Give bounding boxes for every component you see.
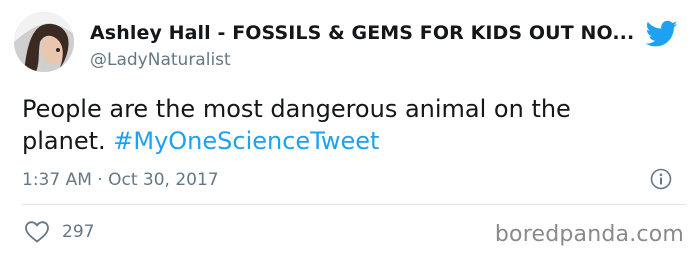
author-handle[interactable]: @LadyNaturalist bbox=[90, 50, 231, 70]
tweet-card: Ashley Hall - FOSSILS & GEMS FOR KIDS OU… bbox=[0, 0, 700, 257]
author-display-name[interactable]: Ashley Hall - FOSSILS & GEMS FOR KIDS OU… bbox=[90, 22, 634, 44]
avatar-image bbox=[14, 12, 74, 72]
tweet-timestamp[interactable]: 1:37 AM · Oct 30, 2017 bbox=[22, 170, 219, 190]
like-count: 297 bbox=[62, 222, 95, 242]
like-button[interactable]: 297 bbox=[24, 220, 94, 244]
twitter-bird-icon[interactable] bbox=[646, 20, 678, 48]
heart-icon bbox=[25, 221, 49, 243]
hashtag-link[interactable]: #MyOneScienceTweet bbox=[113, 127, 379, 155]
info-icon[interactable] bbox=[650, 168, 672, 190]
avatar[interactable] bbox=[14, 12, 74, 72]
divider bbox=[22, 204, 686, 205]
tweet-text: People are the most dangerous animal on … bbox=[22, 93, 662, 157]
watermark: boredpanda.com bbox=[494, 222, 684, 247]
